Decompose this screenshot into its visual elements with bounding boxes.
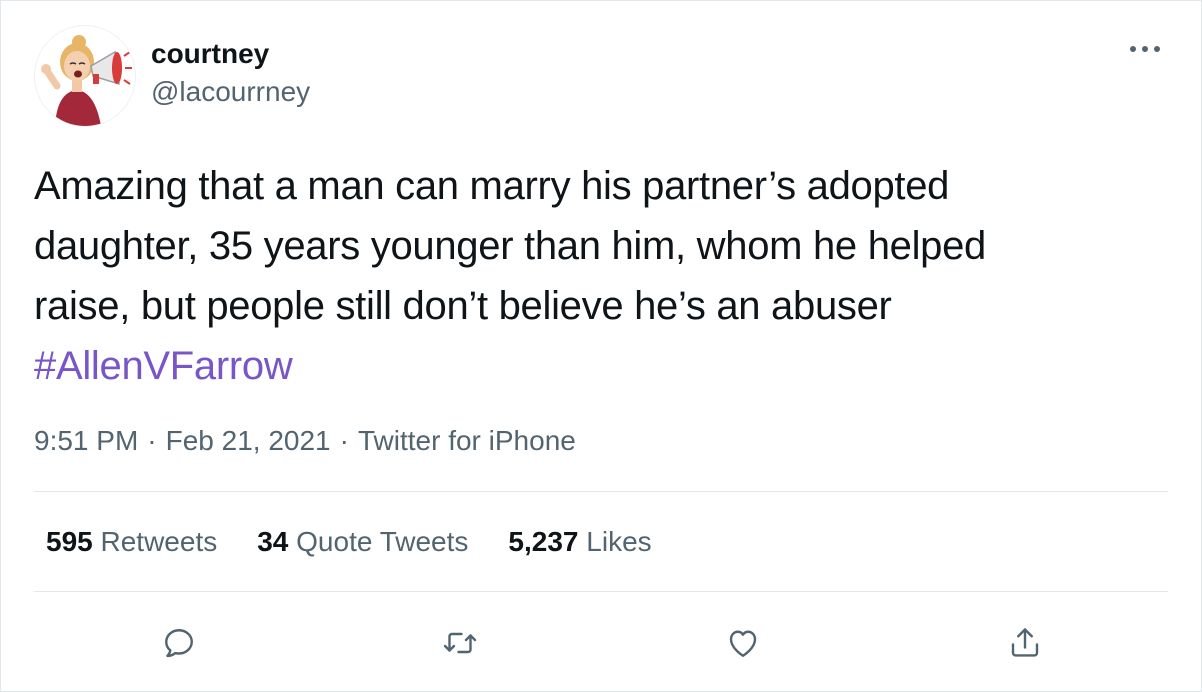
tweet-text: Amazing that a man can marry his partner… [34,156,1144,396]
quotes-label: Quote Tweets [296,526,469,557]
reply-icon [165,629,193,658]
author-name[interactable]: courtney [151,36,269,72]
retweets-label: Retweets [100,526,218,557]
quote-tweets-stat[interactable]: 34 Quote Tweets [257,524,468,560]
engagement-stats: 595 Retweets 34 Quote Tweets 5,237 Likes [46,524,652,560]
reply-button[interactable] [155,619,203,667]
tweet-text-line: raise, but people still don’t believe he… [34,284,892,328]
divider [34,491,1168,492]
like-button[interactable] [719,619,767,667]
heart-icon [729,630,757,657]
author-handle[interactable]: @lacourrney [151,74,310,110]
likes-label: Likes [586,526,652,557]
tweet-meta: 9:51 PM · Feb 21, 2021 · Twitter for iPhone [34,423,576,459]
meta-separator: · [147,425,157,456]
likes-stat[interactable]: 5,237 Likes [508,524,651,560]
divider [34,591,1168,592]
memoji-megaphone-icon [41,35,132,126]
tweet-card: courtney @lacourrney Amazing that a man … [0,0,1202,692]
meta-separator: · [339,425,349,456]
share-icon [1011,628,1039,657]
retweets-stat[interactable]: 595 Retweets [46,524,217,560]
more-horizontal-icon [1130,46,1160,52]
retweets-count: 595 [46,526,93,557]
tweet-time[interactable]: 9:51 PM [34,425,138,456]
share-button[interactable] [1001,619,1049,667]
retweet-icon [443,632,477,654]
tweet-date[interactable]: Feb 21, 2021 [166,425,331,456]
tweet-text-line: daughter, 35 years younger than him, who… [34,224,987,268]
tweet-text-line: Amazing that a man can marry his partner… [34,164,950,208]
avatar[interactable] [34,25,136,127]
retweet-button[interactable] [436,619,484,667]
hashtag-link[interactable]: #AllenVFarrow [34,336,1144,396]
more-options-button[interactable] [1127,37,1163,61]
tweet-source[interactable]: Twitter for iPhone [358,425,576,456]
action-bar [1,619,1201,667]
likes-count: 5,237 [508,526,579,557]
quotes-count: 34 [257,526,289,557]
